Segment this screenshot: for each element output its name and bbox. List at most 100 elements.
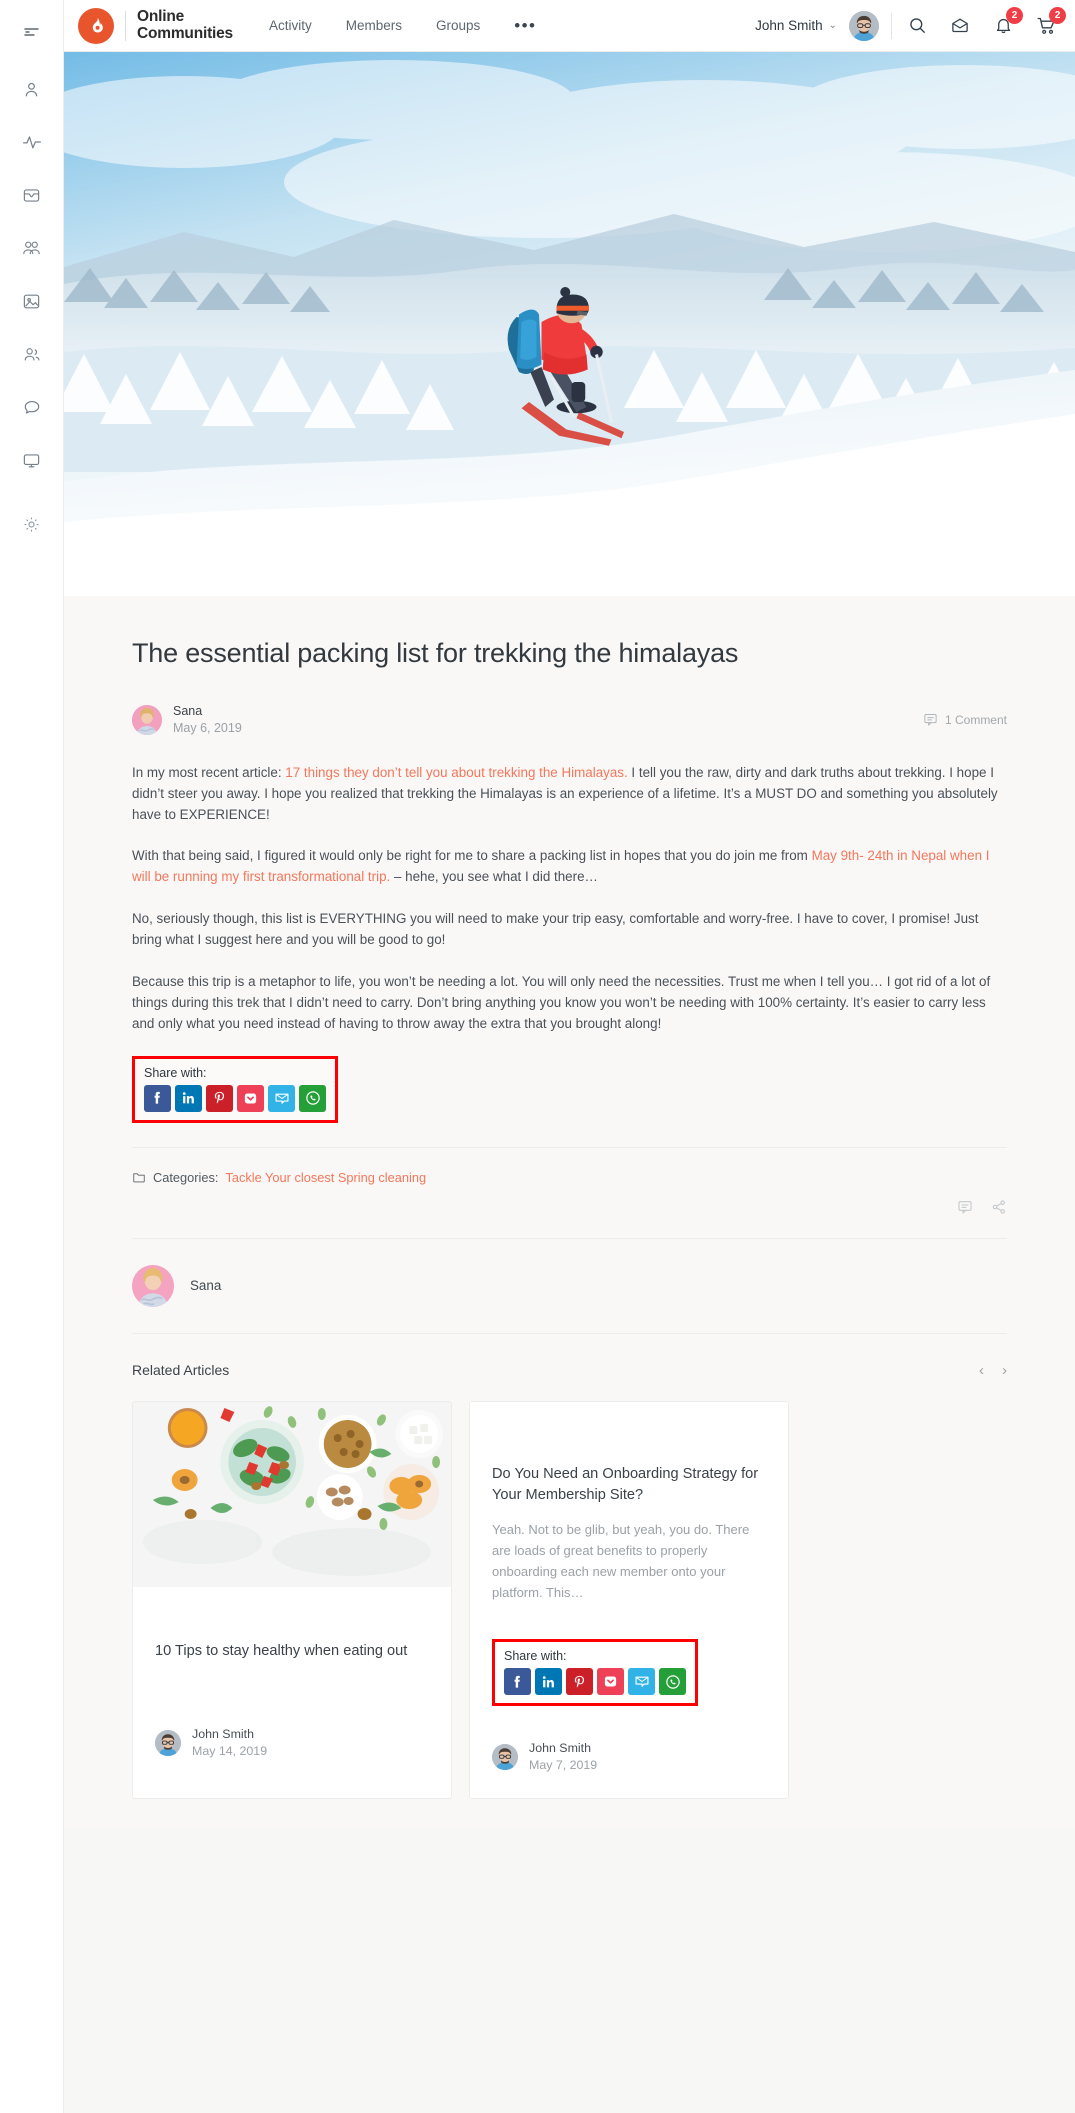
share-label: Share with: bbox=[504, 1649, 567, 1664]
card-image bbox=[133, 1401, 451, 1587]
sidebar-item-friends[interactable] bbox=[17, 339, 47, 369]
categories-label: Categories: bbox=[153, 1169, 219, 1185]
bell-icon[interactable]: 2 bbox=[992, 6, 1023, 37]
page-root: Online Communities Activity Members Grou… bbox=[0, 0, 1075, 2113]
pocket-share-button[interactable] bbox=[237, 1084, 264, 1112]
article-paragraph: With that being said, I figured it would… bbox=[132, 846, 1007, 888]
sidebar-item-screen[interactable] bbox=[17, 445, 47, 475]
avatar[interactable] bbox=[155, 1729, 181, 1756]
settings-gear-icon[interactable] bbox=[17, 509, 47, 539]
carousel-arrows: ‹ › bbox=[979, 1362, 1007, 1379]
sidebar-item-activity[interactable] bbox=[17, 127, 47, 157]
inline-link-recent-article[interactable]: 17 things they don’t tell you about trek… bbox=[285, 765, 627, 780]
bell-badge: 2 bbox=[1006, 6, 1023, 24]
facebook-share-button[interactable] bbox=[144, 1084, 171, 1112]
whatsapp-share-button[interactable] bbox=[659, 1668, 686, 1696]
categories-row: Categories: Tackle Your closest Spring c… bbox=[132, 1146, 1007, 1185]
paragraph-text: – hehe, you see what I did there… bbox=[390, 869, 598, 885]
cart-icon[interactable]: 2 bbox=[1035, 6, 1066, 37]
carousel-prev-icon[interactable]: ‹ bbox=[979, 1362, 984, 1379]
card-content: Do You Need an Onboarding Strategy for Y… bbox=[470, 1402, 788, 1620]
hero-image bbox=[64, 52, 1075, 596]
comment-icon bbox=[924, 714, 937, 726]
healthy-food-flatlay-illustration bbox=[133, 1401, 451, 1587]
user-menu[interactable]: John Smith ⌄ bbox=[755, 18, 837, 33]
card-content: 10 Tips to stay healthy when eating out bbox=[133, 1587, 451, 1712]
card-author-name: John Smith bbox=[192, 1726, 254, 1741]
email-share-button[interactable] bbox=[628, 1668, 655, 1696]
avatar[interactable] bbox=[492, 1744, 518, 1771]
linkedin-share-button[interactable] bbox=[535, 1668, 562, 1696]
share-icon[interactable] bbox=[991, 1199, 1007, 1220]
sidebar-item-groups[interactable] bbox=[17, 233, 47, 263]
article-paragraph: Because this trip is a metaphor to life,… bbox=[132, 974, 991, 1031]
header-icons: 2 2 bbox=[906, 6, 1066, 37]
comment-icon[interactable] bbox=[957, 1199, 973, 1220]
sidebar-item-profile[interactable] bbox=[17, 74, 47, 104]
card-title[interactable]: 10 Tips to stay healthy when eating out bbox=[155, 1641, 429, 1662]
nav-item-members[interactable]: Members bbox=[346, 18, 402, 33]
article-paragraph: No, seriously though, this list is EVERY… bbox=[132, 911, 979, 948]
folder-icon bbox=[133, 1173, 145, 1183]
article-footer-actions bbox=[132, 1199, 1007, 1238]
share-widget: Share with: bbox=[492, 1639, 698, 1707]
sidebar-item-forums[interactable] bbox=[17, 392, 47, 422]
category-link[interactable]: Tackle Your closest Spring cleaning bbox=[225, 1170, 426, 1185]
author-box-name: Sana bbox=[190, 1278, 222, 1294]
brand-logo[interactable]: Online Communities bbox=[78, 7, 233, 44]
share-buttons bbox=[504, 1668, 686, 1696]
top-header: Online Communities Activity Members Grou… bbox=[64, 0, 1075, 52]
card-date: May 14, 2019 bbox=[192, 1743, 268, 1758]
avatar[interactable] bbox=[849, 10, 879, 41]
author-avatar[interactable] bbox=[132, 704, 162, 735]
pinterest-share-button[interactable] bbox=[566, 1668, 593, 1696]
email-share-button[interactable] bbox=[268, 1084, 295, 1112]
card-spacer bbox=[155, 1607, 429, 1641]
logo-flame-icon bbox=[78, 7, 114, 44]
card-title[interactable]: Do You Need an Onboarding Strategy for Y… bbox=[492, 1464, 766, 1506]
hero-illustration bbox=[64, 52, 1075, 596]
facebook-share-button[interactable] bbox=[504, 1668, 531, 1696]
card-share-area: Share with: bbox=[470, 1619, 788, 1707]
related-card[interactable]: 10 Tips to stay healthy when eating out … bbox=[132, 1400, 452, 1799]
chevron-down-icon: ⌄ bbox=[828, 20, 837, 31]
article-author-name: Sana bbox=[173, 704, 203, 718]
inbox-icon[interactable] bbox=[949, 15, 971, 37]
pinterest-share-button[interactable] bbox=[206, 1084, 233, 1112]
sidebar-bottom bbox=[17, 509, 47, 539]
card-author-meta: John Smith May 14, 2019 bbox=[192, 1726, 267, 1759]
card-footer: John Smith May 7, 2019 bbox=[470, 1706, 788, 1797]
article-body: In my most recent article: 17 things the… bbox=[132, 763, 1007, 1035]
article-container: The essential packing list for trekking … bbox=[64, 596, 1075, 1829]
sidebar-item-inbox[interactable] bbox=[17, 180, 47, 210]
paragraph-text: With that being said, I figured it would… bbox=[132, 848, 812, 864]
nav-item-activity[interactable]: Activity bbox=[269, 18, 312, 33]
comment-count-label: 1 Comment bbox=[944, 712, 1007, 727]
related-articles-header: Related Articles ‹ › bbox=[132, 1332, 1007, 1379]
share-widget: Share with: bbox=[132, 1055, 338, 1123]
sidebar-items bbox=[0, 74, 63, 475]
carousel-next-icon[interactable]: › bbox=[1002, 1362, 1007, 1379]
related-card[interactable]: Do You Need an Onboarding Strategy for Y… bbox=[469, 1400, 789, 1799]
article-meta: Sana May 6, 2019 1 Comment bbox=[132, 703, 1007, 737]
menu-collapse-icon[interactable] bbox=[18, 18, 46, 46]
sidebar-item-media[interactable] bbox=[17, 286, 47, 316]
article-paragraph: In my most recent article: 17 things the… bbox=[132, 763, 1007, 826]
brand-divider bbox=[125, 10, 126, 41]
comment-count[interactable]: 1 Comment bbox=[923, 712, 1007, 727]
nav-more-icon[interactable]: ••• bbox=[514, 17, 536, 34]
share-label: Share with: bbox=[144, 1065, 207, 1080]
related-cards: 10 Tips to stay healthy when eating out … bbox=[132, 1400, 1007, 1829]
author-meta-text: Sana May 6, 2019 bbox=[173, 703, 242, 737]
search-icon[interactable] bbox=[906, 15, 928, 37]
card-author-name: John Smith bbox=[529, 1741, 591, 1756]
card-excerpt: Yeah. Not to be glib, but yeah, you do. … bbox=[492, 1522, 750, 1601]
avatar[interactable] bbox=[132, 1264, 174, 1307]
linkedin-share-button[interactable] bbox=[175, 1084, 202, 1112]
card-date: May 7, 2019 bbox=[529, 1758, 598, 1773]
card-author-meta: John Smith May 7, 2019 bbox=[529, 1740, 597, 1773]
share-buttons bbox=[144, 1084, 326, 1112]
nav-item-groups[interactable]: Groups bbox=[436, 18, 480, 33]
whatsapp-share-button[interactable] bbox=[299, 1084, 326, 1112]
pocket-share-button[interactable] bbox=[597, 1668, 624, 1696]
